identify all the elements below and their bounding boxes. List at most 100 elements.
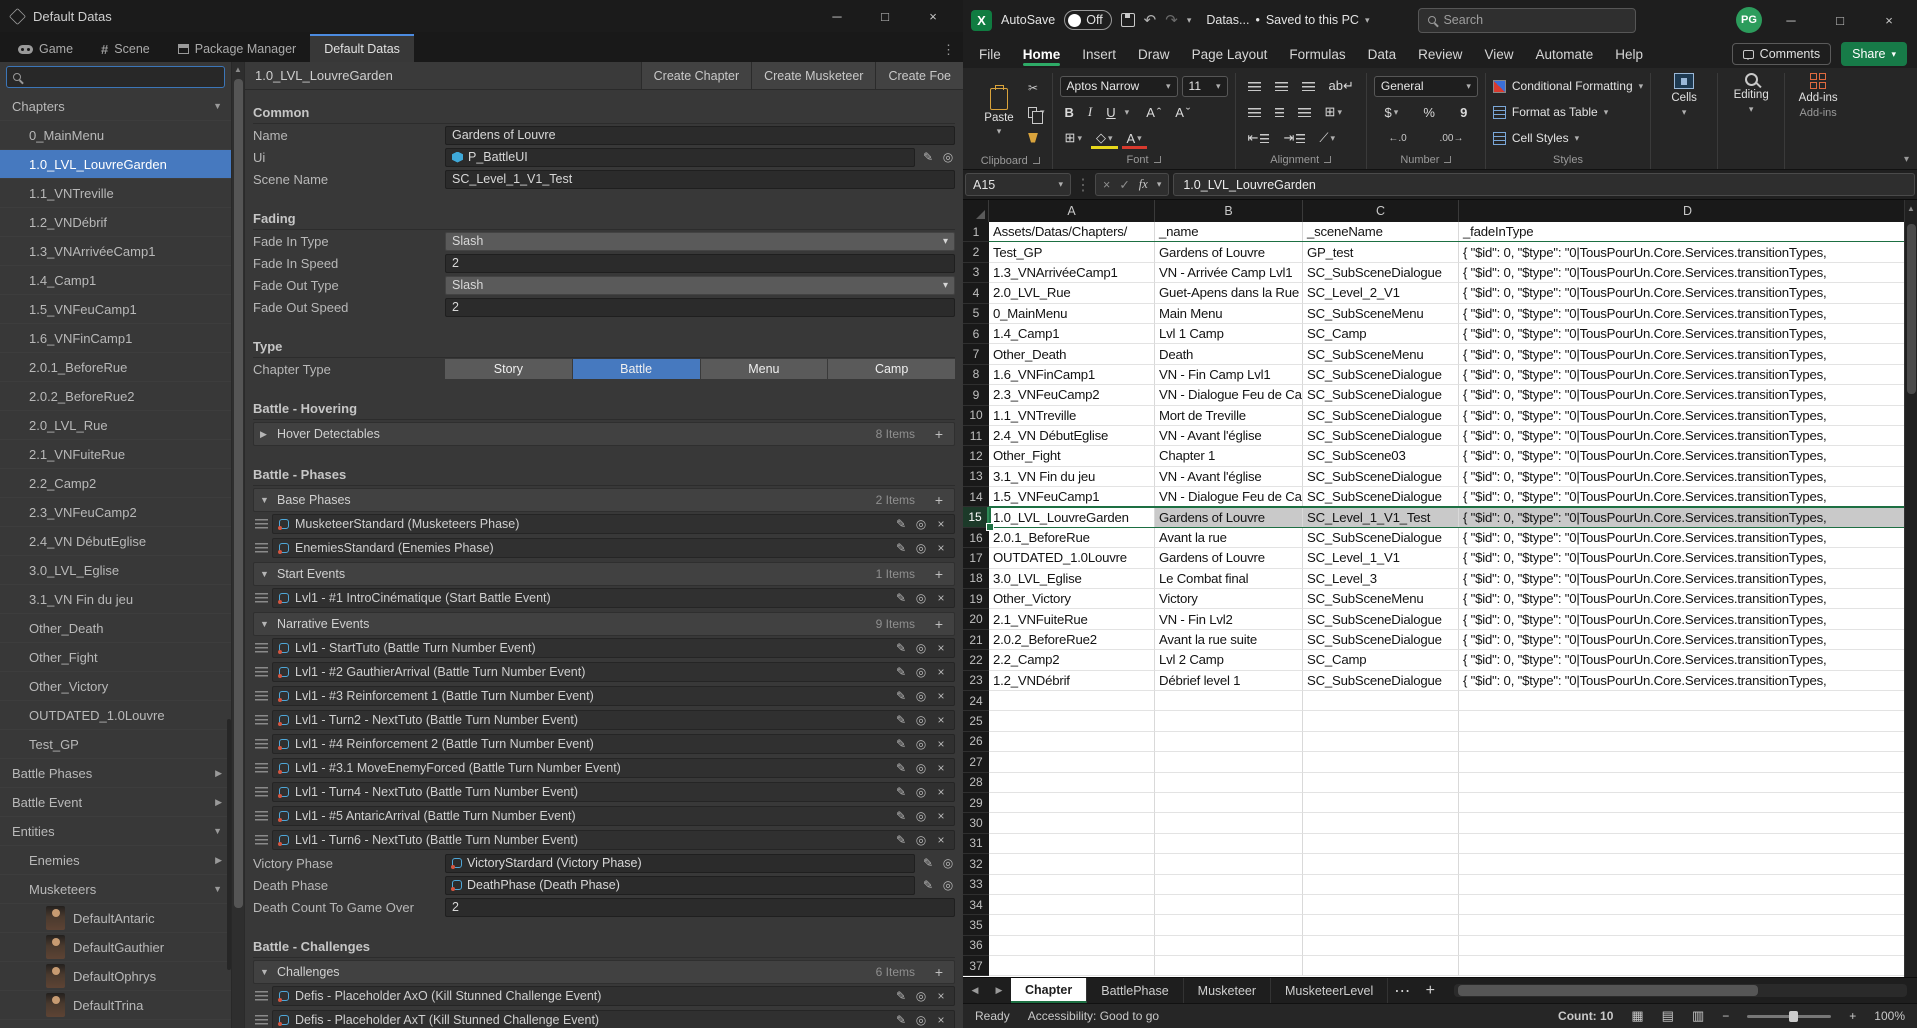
sidebar-item-battle-event[interactable]: Battle Event▶	[0, 788, 231, 817]
cell-C13[interactable]: SC_SubSceneDialogue	[1303, 467, 1459, 487]
font-name-select[interactable]: Aptos Narrow▾	[1060, 76, 1178, 97]
drag-handle-icon[interactable]	[255, 543, 268, 554]
redo-button[interactable]: ↷	[1165, 11, 1178, 29]
comments-button[interactable]: Comments	[1732, 43, 1831, 65]
tab-game[interactable]: Game	[4, 36, 87, 62]
cell-C35[interactable]	[1303, 915, 1459, 935]
cell-B29[interactable]	[1155, 793, 1303, 813]
cell-A33[interactable]	[989, 875, 1155, 895]
segment-option-menu[interactable]: Menu	[701, 359, 829, 379]
excel-minimize-button[interactable]: ─	[1771, 13, 1811, 28]
row-header-16[interactable]: 16	[963, 528, 989, 548]
edit-pencil-icon[interactable]: ✎	[894, 737, 908, 751]
segment-option-story[interactable]: Story	[445, 359, 573, 379]
cell-A15[interactable]: 1.0_LVL_LouvreGarden	[989, 507, 1155, 527]
list-item[interactable]: Defis - Placeholder AxT (Kill Stunned Ch…	[253, 1008, 955, 1028]
sheet-nav-left-icon[interactable]: ◀	[963, 978, 987, 1003]
cell-A23[interactable]: 1.2_VNDébrif	[989, 671, 1155, 691]
chevron-right-icon[interactable]: ▶	[215, 768, 222, 779]
borders-button[interactable]: ⊞ ▾	[1060, 130, 1087, 146]
object-picker-icon[interactable]: ◎	[914, 689, 928, 703]
object-picker-icon[interactable]: ◎	[914, 833, 928, 847]
chevron-down-icon[interactable]: ▼	[213, 101, 222, 111]
cells-button[interactable]: Cells ▾	[1658, 73, 1710, 118]
save-status[interactable]: Saved to this PC	[1266, 13, 1359, 27]
cell-D1[interactable]: _fadeInType	[1459, 222, 1917, 242]
format-as-table-button[interactable]: Format as Table▾	[1493, 99, 1643, 125]
cell-D13[interactable]: { "$id": 0, "$type": "0|TousPourUn.Core.…	[1459, 467, 1917, 487]
ribbon-tab-draw[interactable]: Draw	[1128, 40, 1180, 68]
add-item-button[interactable]: +	[930, 616, 948, 632]
cell-C19[interactable]: SC_SubSceneMenu	[1303, 589, 1459, 609]
cell-B6[interactable]: Lvl 1 Camp	[1155, 324, 1303, 344]
sidebar-item-chapters[interactable]: Chapters▼	[0, 92, 231, 121]
cell-B37[interactable]	[1155, 956, 1303, 976]
remove-item-icon[interactable]: ×	[934, 989, 948, 1003]
sidebar-item-1-3-vnarriv-ecamp1[interactable]: 1.3_VNArrivéeCamp1	[0, 237, 231, 266]
sidebar-item-outdated-1-0louvre[interactable]: OUTDATED_1.0Louvre	[0, 701, 231, 730]
cell-A36[interactable]	[989, 936, 1155, 956]
list-item[interactable]: Lvl1 - Turn2 - NextTuto (Battle Turn Num…	[253, 708, 955, 732]
select-all-corner[interactable]	[963, 200, 989, 222]
sidebar-search-input[interactable]	[6, 66, 225, 88]
row-header-4[interactable]: 4	[963, 283, 989, 303]
cell-A29[interactable]	[989, 793, 1155, 813]
tab-scene[interactable]: #Scene	[87, 36, 164, 62]
drag-handle-icon[interactable]	[255, 739, 268, 750]
object-picker-icon[interactable]: ◎	[914, 1013, 928, 1027]
cell-C28[interactable]	[1303, 773, 1459, 793]
chevron-down-icon[interactable]: ▼	[213, 826, 222, 836]
sidebar-item-defaultophrys[interactable]: DefaultOphrys	[0, 962, 231, 991]
cell-A1[interactable]: Assets/Datas/Chapters/	[989, 222, 1155, 242]
cell-B23[interactable]: Débrief level 1	[1155, 671, 1303, 691]
undo-button[interactable]: ↶	[1144, 11, 1157, 29]
edit-pencil-icon[interactable]: ✎	[894, 785, 908, 799]
cell-C33[interactable]	[1303, 875, 1459, 895]
edit-pencil-icon[interactable]: ✎	[894, 591, 908, 605]
edit-pencil-icon[interactable]: ✎	[894, 761, 908, 775]
create-chapter-button[interactable]: Create Chapter	[641, 62, 751, 89]
formula-input[interactable]: 1.0_LVL_LouvreGarden	[1173, 173, 1915, 196]
sidebar-scrollbar-thumb[interactable]	[227, 719, 231, 970]
row-header-3[interactable]: 3	[963, 263, 989, 283]
object-picker-icon[interactable]: ◎	[914, 785, 928, 799]
sidebar-item-1-5-vnfeucamp1[interactable]: 1.5_VNFeuCamp1	[0, 295, 231, 324]
cell-A4[interactable]: 2.0_LVL_Rue	[989, 283, 1155, 303]
sidebar-item-defaultgauthier[interactable]: DefaultGauthier	[0, 933, 231, 962]
cell-D5[interactable]: { "$id": 0, "$type": "0|TousPourUn.Core.…	[1459, 304, 1917, 324]
sidebar-item-other-fight[interactable]: Other_Fight	[0, 643, 231, 672]
ribbon-tab-file[interactable]: File	[969, 40, 1011, 68]
ribbon-tab-formulas[interactable]: Formulas	[1279, 40, 1355, 68]
cell-D6[interactable]: { "$id": 0, "$type": "0|TousPourUn.Core.…	[1459, 324, 1917, 344]
drag-handle-icon[interactable]	[255, 519, 268, 530]
row-header-37[interactable]: 37	[963, 956, 989, 976]
font-dialog-launcher[interactable]	[1154, 156, 1161, 163]
cell-C20[interactable]: SC_SubSceneDialogue	[1303, 609, 1459, 629]
cell-D20[interactable]: { "$id": 0, "$type": "0|TousPourUn.Core.…	[1459, 609, 1917, 629]
drag-handle-icon[interactable]	[255, 667, 268, 678]
cell-C34[interactable]	[1303, 895, 1459, 915]
edit-pencil-icon[interactable]: ✎	[894, 833, 908, 847]
cell-C18[interactable]: SC_Level_3	[1303, 569, 1459, 589]
object-picker-icon[interactable]: ◎	[914, 989, 928, 1003]
number-format-select[interactable]: General▾	[1374, 76, 1478, 97]
sheet-tab-battlephase[interactable]: BattlePhase	[1087, 978, 1183, 1003]
edit-pencil-icon[interactable]: ✎	[921, 150, 935, 164]
inspector-scrollbar[interactable]: ▲	[232, 62, 245, 1028]
sidebar-item-other-death[interactable]: Other_Death	[0, 614, 231, 643]
align-middle-button[interactable]	[1270, 82, 1293, 91]
cell-A20[interactable]: 2.1_VNFuiteRue	[989, 609, 1155, 629]
drag-handle-icon[interactable]	[255, 1015, 268, 1026]
chevron-right-icon[interactable]: ▶	[215, 797, 222, 808]
format-painter-button[interactable]	[1028, 129, 1045, 146]
cell-A9[interactable]: 2.3_VNFeuCamp2	[989, 385, 1155, 405]
cell-B12[interactable]: Chapter 1	[1155, 446, 1303, 466]
cell-B19[interactable]: Victory	[1155, 589, 1303, 609]
cell-A37[interactable]	[989, 956, 1155, 976]
list-item[interactable]: Lvl1 - StartTuto (Battle Turn Number Eve…	[253, 636, 955, 660]
dropdown-fade-in-type[interactable]: Slash	[445, 232, 955, 251]
cell-A5[interactable]: 0_MainMenu	[989, 304, 1155, 324]
row-header-9[interactable]: 9	[963, 385, 989, 405]
cell-B30[interactable]	[1155, 813, 1303, 833]
cell-C2[interactable]: GP_test	[1303, 242, 1459, 262]
